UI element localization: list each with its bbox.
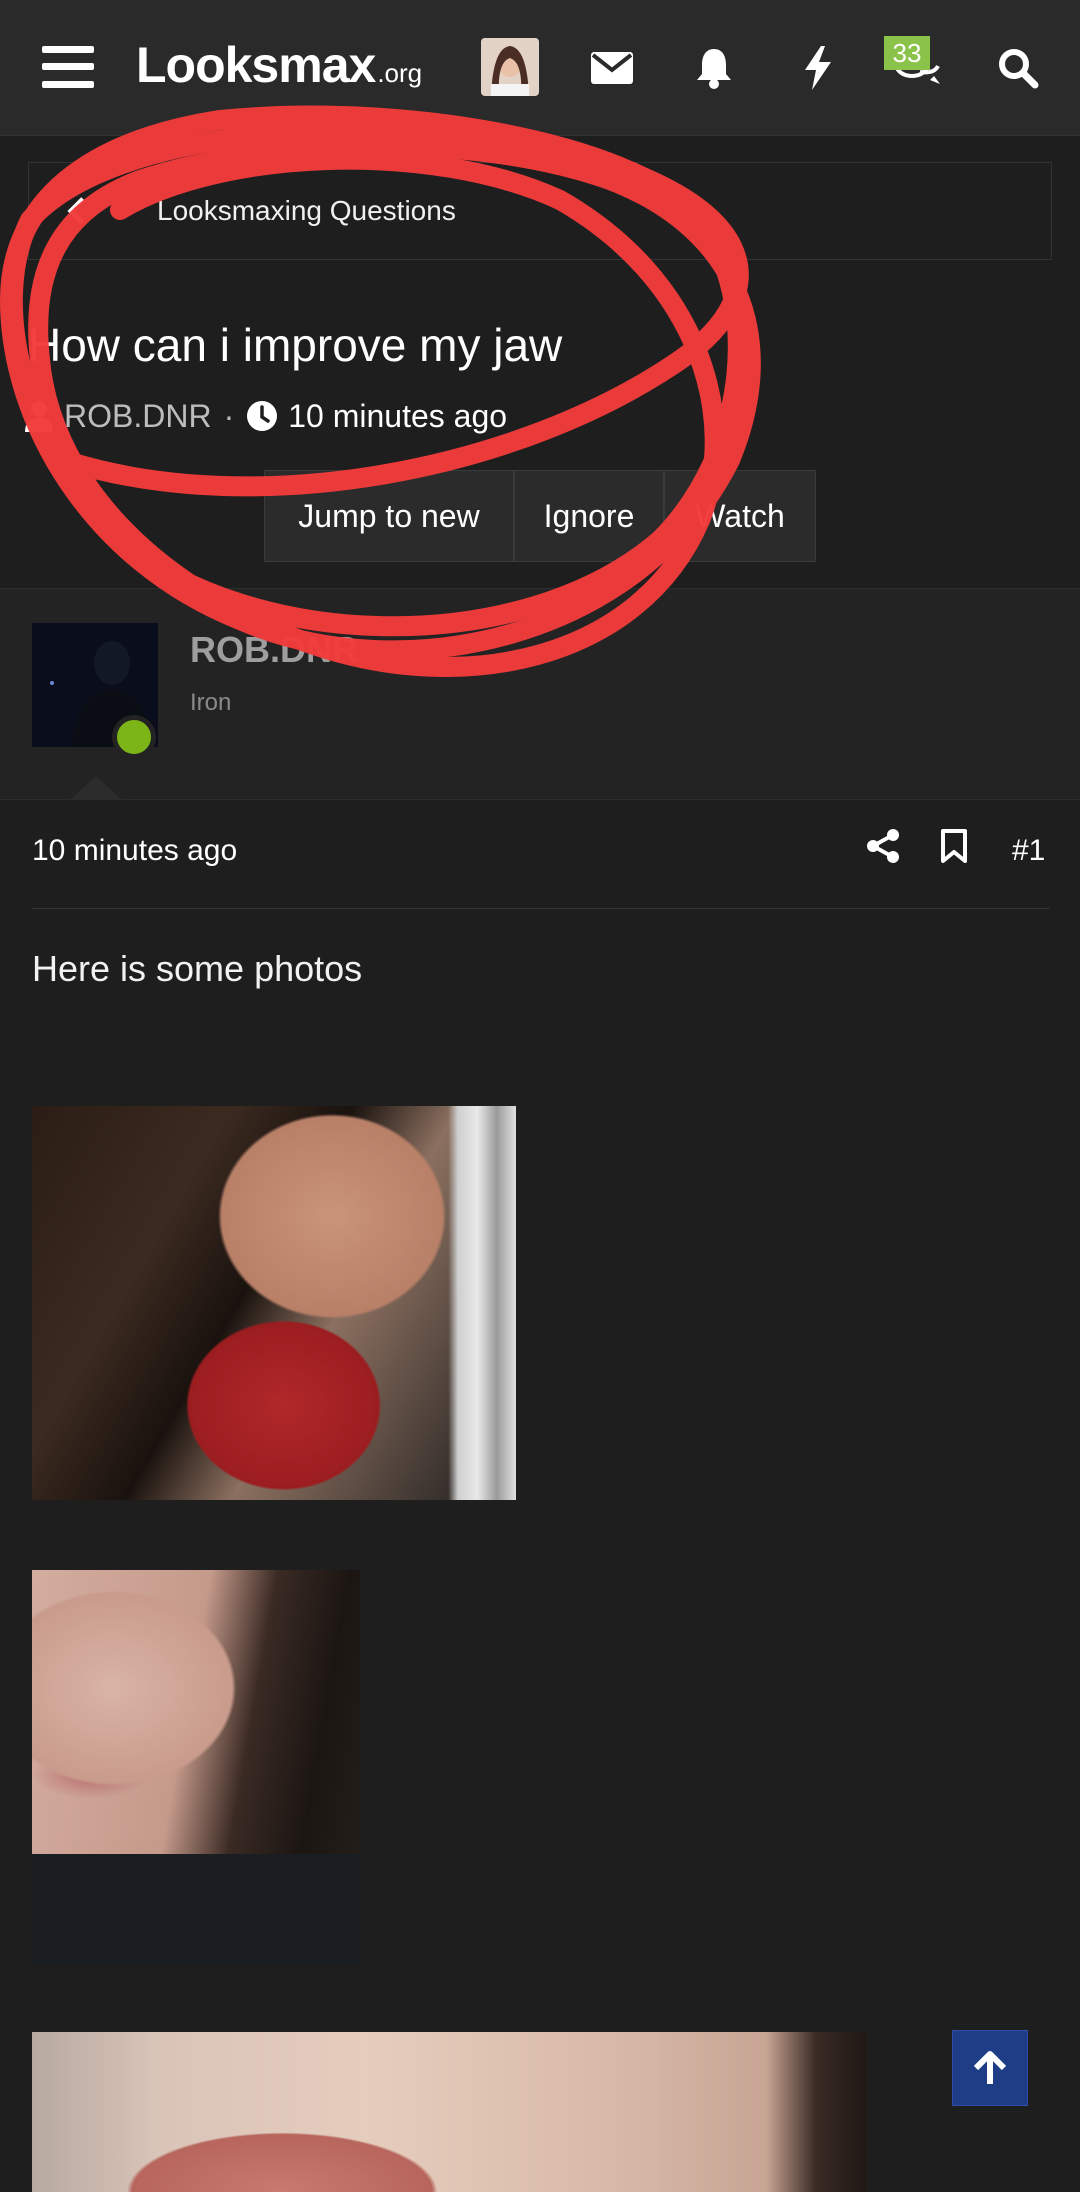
scroll-to-top-button[interactable] <box>952 2030 1028 2106</box>
bolt-icon[interactable] <box>790 40 846 96</box>
bell-icon[interactable] <box>686 40 742 96</box>
ignore-button[interactable]: Ignore <box>514 470 664 562</box>
meta-separator: · <box>223 397 235 434</box>
thread-title: How can i improve my jaw <box>28 319 563 371</box>
post-user-title: Iron <box>190 689 232 716</box>
share-icon[interactable] <box>866 828 900 878</box>
envelope-icon[interactable] <box>584 40 640 96</box>
logo-text: Looksmax <box>136 37 376 93</box>
hamburger-icon[interactable] <box>42 46 94 88</box>
watch-button[interactable]: Watch <box>664 470 816 562</box>
site-logo[interactable]: Looksmax .org <box>136 36 422 96</box>
post-pointer-arrow <box>70 776 122 800</box>
attached-photo[interactable] <box>32 2032 866 2192</box>
top-navigation-bar: Looksmax .org 33 <box>0 0 1080 136</box>
chevron-left-icon <box>67 197 85 225</box>
attached-photo[interactable] <box>32 1106 516 1500</box>
online-status-indicator <box>112 715 156 759</box>
thread-meta: ROB.DNR · 10 minutes ago <box>24 396 507 436</box>
thread-action-bar: Jump to new Ignore Watch <box>264 470 816 562</box>
breadcrumb-label: Looksmaxing Questions <box>157 195 456 226</box>
search-icon[interactable] <box>990 40 1046 96</box>
thread-author-link[interactable]: ROB.DNR <box>64 398 212 435</box>
conversations-badge: 33 <box>884 36 930 70</box>
breadcrumb[interactable]: Looksmaxing Questions <box>28 162 1052 260</box>
arrow-up-icon <box>973 2051 1007 2084</box>
attached-photo[interactable] <box>32 1570 360 1964</box>
profile-avatar-image <box>481 38 539 96</box>
bookmark-icon[interactable] <box>940 828 968 878</box>
post-number-link[interactable]: #1 <box>1012 834 1045 868</box>
profile-avatar[interactable] <box>481 38 539 96</box>
post-divider <box>32 908 1050 909</box>
user-icon <box>25 401 53 432</box>
jump-to-new-button[interactable]: Jump to new <box>264 470 514 562</box>
logo-tld: .org <box>377 58 423 88</box>
clock-icon <box>247 401 278 431</box>
post-username[interactable]: ROB.DNR <box>190 629 358 671</box>
post-body-text: Here is some photos <box>32 948 363 989</box>
post-user-header: ROB.DNR Iron <box>0 588 1080 800</box>
thread-time[interactable]: 10 minutes ago <box>288 398 507 435</box>
post-time[interactable]: 10 minutes ago <box>32 834 237 868</box>
